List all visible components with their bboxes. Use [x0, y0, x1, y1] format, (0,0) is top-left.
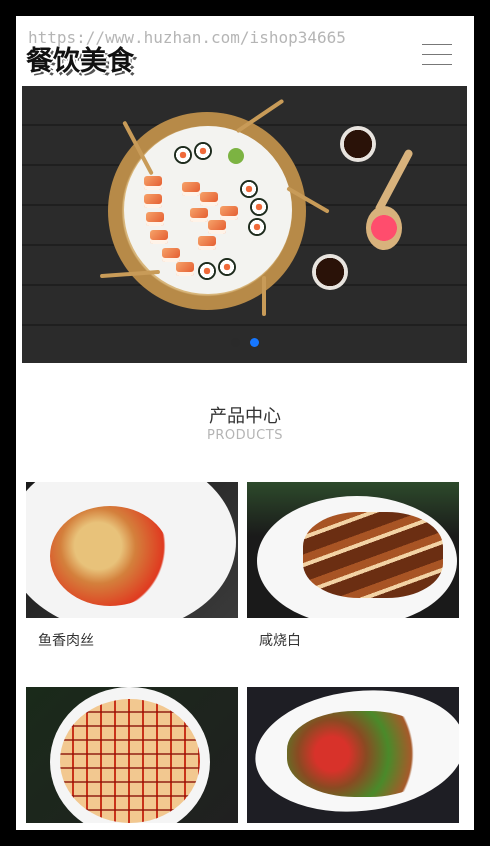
sushi-piece — [144, 176, 162, 190]
product-card[interactable] — [247, 687, 459, 830]
section-title-cn: 产品中心 — [209, 406, 281, 427]
product-image[interactable] — [247, 482, 459, 618]
menu-line — [422, 44, 452, 45]
sushi-piece — [146, 212, 164, 226]
sushi-roll — [218, 258, 236, 276]
product-image[interactable] — [26, 482, 238, 618]
wasabi — [228, 148, 244, 164]
product-name[interactable]: 鱼香肉丝 — [26, 630, 238, 650]
menu-line — [422, 54, 452, 55]
spoon-with-ginger — [366, 206, 402, 250]
spoon-handle — [374, 148, 414, 214]
section-title-en: PRODUCTS — [207, 428, 283, 443]
dish-food — [303, 512, 443, 598]
chopstick — [262, 276, 266, 316]
sushi-roll — [240, 180, 258, 198]
hamburger-menu-icon[interactable] — [422, 42, 452, 68]
product-card[interactable] — [26, 687, 238, 830]
sushi-roll — [174, 146, 192, 164]
product-card[interactable]: 咸烧白 — [247, 482, 459, 650]
product-card[interactable]: 鱼香肉丝 — [26, 482, 238, 650]
sushi-piece — [190, 208, 208, 222]
soy-sauce-bowl — [312, 254, 348, 290]
sushi-piece — [144, 194, 162, 208]
carousel-pagination — [22, 338, 467, 347]
dish-food — [50, 506, 170, 606]
soy-sauce-bowl — [340, 126, 376, 162]
watermark-url: https://www.huzhan.com/ishop34665 — [28, 28, 346, 47]
sushi-piece — [150, 230, 168, 244]
hero-banner[interactable] — [22, 86, 467, 363]
product-name[interactable]: 咸烧白 — [247, 630, 459, 650]
sushi-piece — [198, 236, 216, 250]
site-header: 餐饮美食 https://www.huzhan.com/ishop34665 — [16, 16, 474, 86]
sushi-piece — [220, 206, 238, 220]
sushi-roll — [250, 198, 268, 216]
sushi-piece — [208, 220, 226, 234]
dish-food — [287, 711, 437, 797]
menu-line — [422, 64, 452, 65]
page-frame: 餐饮美食 https://www.huzhan.com/ishop34665 产… — [16, 16, 474, 830]
sushi-roll — [194, 142, 212, 160]
sushi-piece — [182, 182, 200, 196]
sushi-roll — [248, 218, 266, 236]
product-image[interactable] — [247, 687, 459, 823]
sushi-piece — [200, 192, 218, 206]
sushi-piece — [162, 248, 180, 262]
carousel-dot-2-active[interactable] — [249, 338, 259, 347]
products-section-heading: 产品中心 PRODUCTS — [16, 406, 474, 444]
sushi-piece — [176, 262, 194, 276]
sushi-roll — [198, 262, 216, 280]
product-image[interactable] — [26, 687, 238, 823]
dish-food — [60, 699, 200, 823]
carousel-dot-1[interactable] — [230, 338, 240, 347]
